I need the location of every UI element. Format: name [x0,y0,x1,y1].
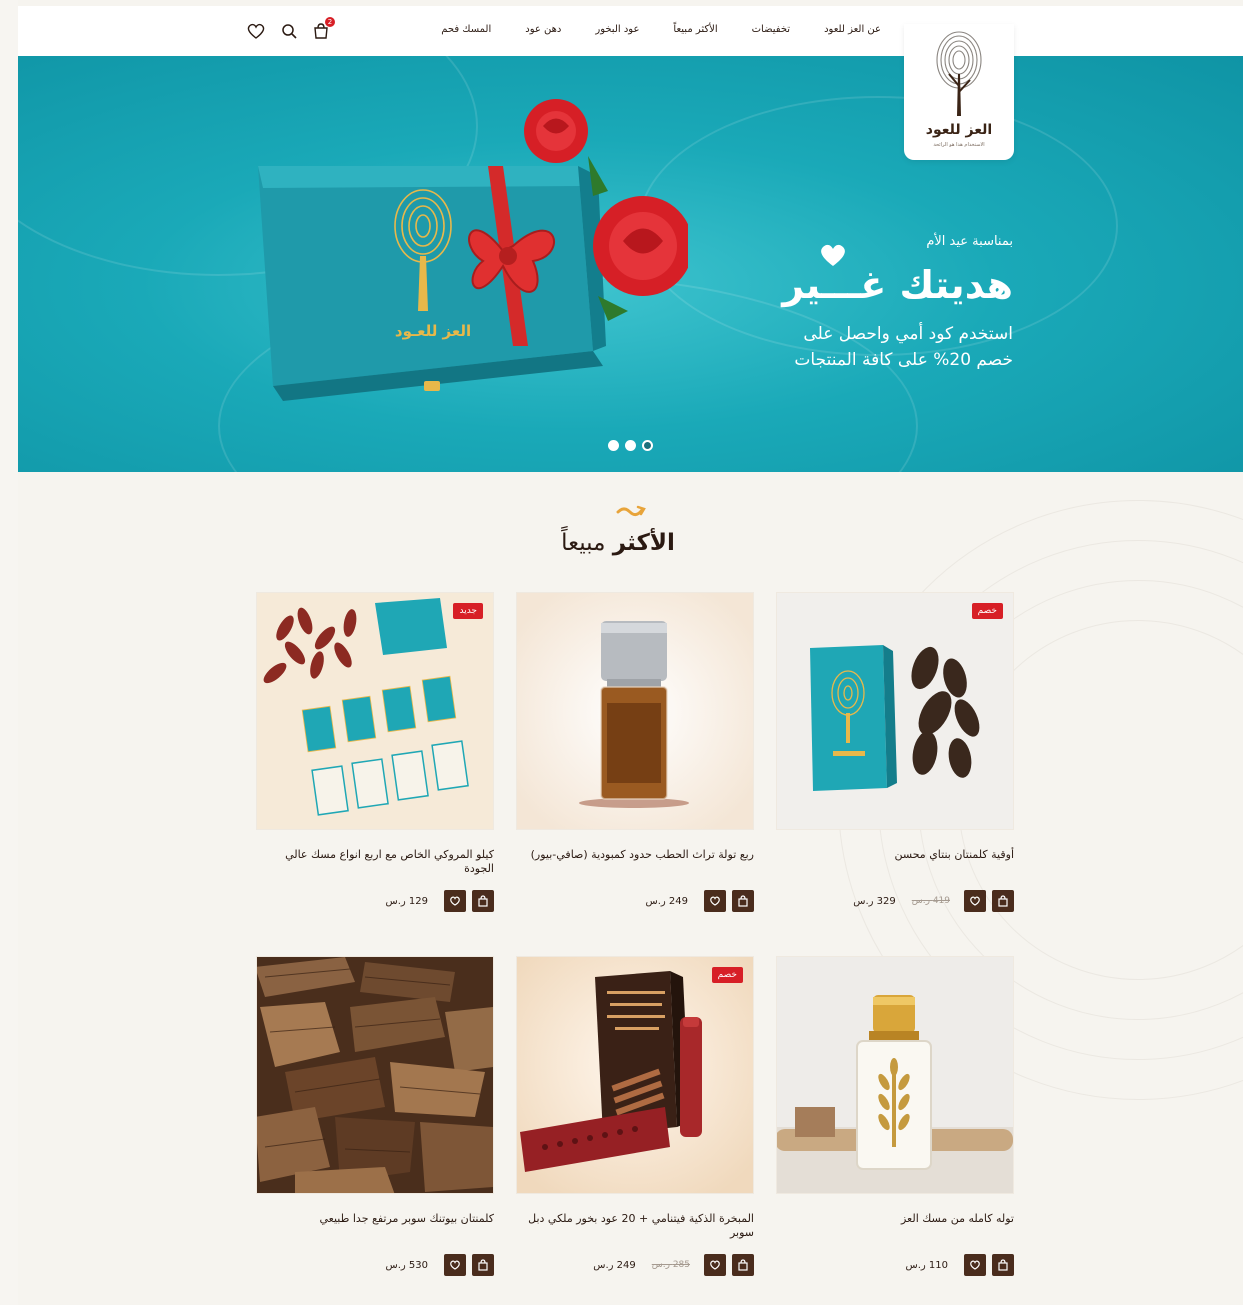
product-name[interactable]: ربع تولة تراث الحطب حدود كمبودية (صافي-ب… [516,848,754,862]
product-image[interactable]: خصم [776,592,1014,830]
product-card[interactable]: توله كامله من مسك العز 110 ر.س [776,956,1014,1286]
heart-icon[interactable] [247,22,266,40]
nav-item-musk[interactable]: المسك فحم [441,24,491,35]
product-card[interactable]: خصم المبخرة الذكية فيتنامي + 20 عود بخور… [516,956,754,1286]
site-header: عن العز للعود تخفيضات الأكثر مبيعاً عود … [18,6,1243,56]
product-actions: 129 ر.س [385,890,494,912]
nav-item-bestsellers[interactable]: الأكثر مبيعاً [673,24,717,35]
product-name[interactable]: كلمنتان بيوتنك سوبر مرتفع جدا طبيعي [256,1212,494,1226]
hero-title: هديتك غـــير [782,263,1013,307]
add-to-wishlist-button[interactable] [704,1254,726,1276]
slider-dot-2[interactable] [625,440,636,451]
product-name[interactable]: توله كامله من مسك العز [776,1212,1014,1226]
nav-item-oud-oil[interactable]: دهن عود [525,24,561,35]
add-to-cart-button[interactable] [472,890,494,912]
hero-text: بمناسبة عيد الأم هديتك غـــير استخدم كود… [713,234,1013,373]
gift-box-label: العز للعـود [395,322,471,340]
brand-logo[interactable]: العز للعود الاستخدام هذا هو الرائحة [904,24,1014,160]
cart-count-badge: 2 [325,17,335,27]
product-old-price: 285 ر.س [651,1260,690,1270]
slider-dot-1[interactable] [608,440,619,451]
product-name[interactable]: المبخرة الذكية فيتنامي + 20 عود بخور ملك… [516,1212,754,1240]
hero-offer-line-2: خصم 20% على كافة المنتجات [794,350,1013,370]
add-to-cart-button[interactable] [732,890,754,912]
search-icon[interactable] [280,22,298,40]
product-image[interactable] [516,592,754,830]
header-icons: 2 [247,17,335,40]
add-to-cart-button[interactable] [992,1254,1014,1276]
product-name[interactable]: أوقية كلمنتان بنتاي محسن [776,848,1014,862]
product-tag: جديد [453,603,483,619]
slider-dot-3[interactable] [642,440,653,451]
product-price: 249 ر.س [593,1259,636,1271]
product-image[interactable] [776,956,1014,1194]
product-image[interactable]: خصم [516,956,754,1194]
page: عن العز للعود تخفيضات الأكثر مبيعاً عود … [18,0,1243,1305]
section-title-rest: مبيعاً [561,530,606,556]
hero-banner[interactable]: العز للعـود بمناسبة عيد الأم هديتك غـــي… [18,56,1243,472]
main-nav: عن العز للعود تخفيضات الأكثر مبيعاً عود … [441,24,881,35]
section-title: الأكثر مبيعاً [518,530,718,556]
brand-name: العز للعود [925,122,993,138]
product-price: 249 ر.س [645,895,689,907]
product-image[interactable] [256,956,494,1194]
hero-offer-line-1: استخدم كود أمي واحصل على [803,324,1013,344]
add-to-cart-button[interactable] [472,1254,494,1276]
nav-item-sales[interactable]: تخفيضات [752,24,790,35]
product-tag: خصم [711,967,743,983]
add-to-wishlist-button[interactable] [704,890,726,912]
tree-logo-icon [936,31,982,116]
hero-kicker: بمناسبة عيد الأم [926,234,1013,249]
product-old-price: 419 ر.س [911,896,950,906]
cart-icon[interactable]: 2 [312,17,335,40]
product-actions: 110 ر.س [905,1254,1014,1276]
section-title-bold: الأكثر [612,530,675,556]
gift-box-illustration: العز للعـود [258,99,688,401]
brand-tagline: الاستخدام هذا هو الرائحة [933,142,985,148]
product-card[interactable]: خصم أوقية كلمنتان بنتاي محسن 419 ر.س 329… [776,592,1014,922]
product-image[interactable]: جديد [256,592,494,830]
nav-item-incense[interactable]: عود البخور [595,24,639,35]
product-card[interactable]: كلمنتان بيوتنك سوبر مرتفع جدا طبيعي 530 … [256,956,494,1286]
product-name[interactable]: كيلو المروكي الخاص مع اربع انواع مسك عال… [256,848,494,876]
product-actions: 419 ر.س 329 ر.س [853,890,1014,912]
product-price: 110 ر.س [905,1259,949,1271]
product-price: 329 ر.س [853,895,896,907]
add-to-wishlist-button[interactable] [444,1254,466,1276]
hero-heart-icon [821,244,845,266]
product-price: 129 ر.س [385,895,429,907]
section-squiggle-icon [616,505,646,517]
add-to-wishlist-button[interactable] [964,1254,986,1276]
slider-dots [608,440,653,451]
add-to-cart-button[interactable] [732,1254,754,1276]
product-card[interactable]: ربع تولة تراث الحطب حدود كمبودية (صافي-ب… [516,592,754,922]
product-actions: 285 ر.س 249 ر.س [593,1254,754,1276]
add-to-wishlist-button[interactable] [964,890,986,912]
nav-item-about[interactable]: عن العز للعود [824,24,881,35]
add-to-cart-button[interactable] [992,890,1014,912]
product-actions: 249 ر.س [645,890,754,912]
product-tag: خصم [971,603,1003,619]
product-card[interactable]: جديد كيلو المروكي الخاص مع اربع انواع مس… [256,592,494,922]
product-price: 530 ر.س [385,1259,429,1271]
product-actions: 530 ر.س [385,1254,494,1276]
add-to-wishlist-button[interactable] [444,890,466,912]
